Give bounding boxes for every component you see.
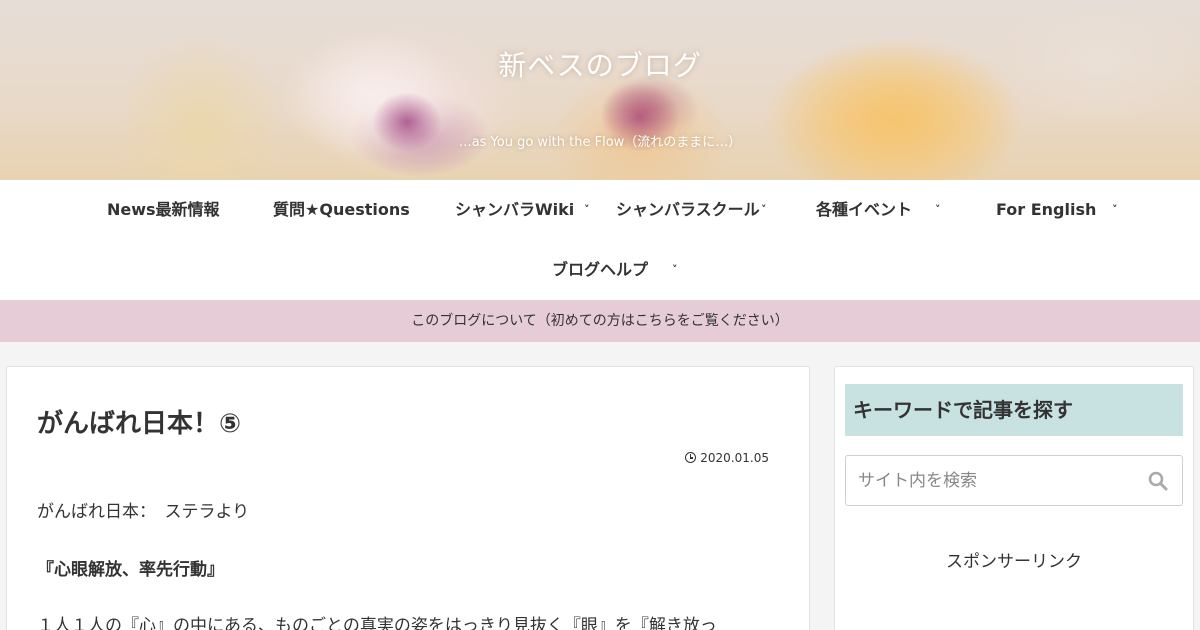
article-date-text: 2020.01.05 [700, 451, 769, 465]
nav-item-news[interactable]: News最新情報 [107, 180, 220, 240]
nav-item-label: 各種イベント [816, 200, 913, 219]
article-paragraph-bold: 『心眼解放、率先行動』 [37, 560, 224, 580]
chevron-down-icon: ˅ [584, 203, 590, 216]
sidebar: キーワードで記事を探す スポンサーリンク [834, 366, 1194, 630]
chevron-down-icon: ˅ [761, 203, 767, 216]
chevron-down-icon: ˅ [1112, 203, 1118, 216]
global-nav: News最新情報 質問★Questions シャンバラWiki ˅ シャンバラス… [0, 180, 1200, 300]
article-card: がんばれ日本！⑤ 2020.01.05 がんばれ日本： ステラより 『心眼解放、… [6, 366, 810, 630]
search-icon[interactable] [1148, 471, 1168, 491]
nav-item-questions[interactable]: 質問★Questions [273, 180, 410, 240]
header-banner: 新ベスのブログ …as You go with the Flow（流れのままに…… [0, 0, 1200, 180]
about-blog-notice-link[interactable]: このブログについて（初めての方はこちらをご覧ください） [0, 300, 1200, 342]
chevron-down-icon: ˅ [672, 263, 678, 276]
nav-item-shambhala-school[interactable]: シャンバラスクール ˅ [616, 180, 776, 240]
site-title[interactable]: 新ベスのブログ [0, 44, 1200, 84]
nav-item-label: シャンバラWiki [455, 200, 575, 219]
sponsor-link-label: スポンサーリンク [946, 552, 1082, 572]
article-title: がんばれ日本！⑤ [37, 409, 242, 439]
nav-item-for-english[interactable]: For English ˅ [996, 180, 1126, 240]
article-paragraph: １人１人の『心』の中にある、ものごとの真実の姿をはっきり見抜く『眼』を『解き放っ [37, 616, 717, 630]
nav-item-shambhala-wiki[interactable]: シャンバラWiki ˅ [455, 180, 595, 240]
article-paragraph: がんばれ日本： ステラより [37, 502, 250, 522]
nav-item-label: News最新情報 [107, 200, 220, 219]
nav-item-label: ブログヘルプ [552, 260, 649, 279]
nav-item-label: 質問★Questions [273, 200, 410, 219]
chevron-down-icon: ˅ [935, 203, 941, 216]
clock-icon [685, 452, 697, 463]
nav-item-label: For English [996, 200, 1097, 219]
nav-item-label: シャンバラスクール [616, 200, 760, 219]
site-tagline: …as You go with the Flow（流れのままに…） [458, 135, 742, 150]
nav-item-blog-help[interactable]: ブログヘルプ ˅ [552, 240, 687, 300]
search-input[interactable] [846, 456, 1136, 505]
search-widget-title: キーワードで記事を探す [845, 384, 1183, 436]
article-date: 2020.01.05 [685, 451, 769, 465]
search-box [845, 455, 1183, 506]
nav-item-events[interactable]: 各種イベント ˅ [816, 180, 951, 240]
